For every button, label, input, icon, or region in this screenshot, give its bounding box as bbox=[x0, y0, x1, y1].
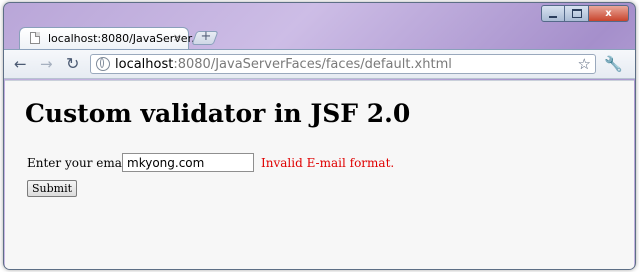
page-icon bbox=[30, 32, 40, 44]
address-bar[interactable]: localhost:8080/JavaServerFaces/faces/def… bbox=[90, 54, 596, 74]
minimize-button[interactable] bbox=[541, 5, 565, 22]
browser-window: x localhost:8080/JavaServer... × + ← → ↻… bbox=[3, 2, 636, 270]
url-text: localhost:8080/JavaServerFaces/faces/def… bbox=[115, 57, 452, 72]
page-title: Custom validator in JSF 2.0 bbox=[25, 99, 411, 128]
bookmark-star-icon[interactable]: ☆ bbox=[578, 55, 591, 73]
minimize-icon bbox=[549, 15, 557, 18]
back-arrow-icon[interactable]: ← bbox=[14, 55, 27, 73]
globe-icon bbox=[96, 57, 110, 71]
reload-icon[interactable]: ↻ bbox=[66, 54, 79, 73]
submit-button[interactable]: Submit bbox=[27, 180, 78, 197]
browser-toolbar: ← → ↻ localhost:8080/JavaServerFaces/fac… bbox=[4, 49, 635, 79]
page-content: Custom validator in JSF 2.0 Enter your e… bbox=[5, 80, 634, 269]
window-close-button[interactable]: x bbox=[589, 5, 629, 22]
window-controls: x bbox=[541, 5, 629, 23]
email-label: Enter your email : bbox=[27, 156, 138, 170]
tab-close-icon[interactable]: × bbox=[173, 31, 182, 44]
url-host: localhost bbox=[115, 57, 174, 72]
plus-icon: + bbox=[200, 29, 212, 44]
url-path: :8080/JavaServerFaces/faces/default.xhtm… bbox=[173, 57, 452, 72]
forward-arrow-icon[interactable]: → bbox=[40, 55, 53, 73]
close-icon: x bbox=[605, 8, 612, 19]
new-tab-button[interactable]: + bbox=[191, 29, 219, 45]
email-field[interactable] bbox=[122, 153, 254, 172]
maximize-icon bbox=[571, 9, 582, 18]
wrench-icon[interactable]: 🔧 bbox=[604, 55, 623, 73]
error-message: Invalid E-mail format. bbox=[261, 156, 395, 170]
maximize-button[interactable] bbox=[565, 5, 589, 22]
browser-tab[interactable]: localhost:8080/JavaServer... × bbox=[19, 27, 202, 49]
